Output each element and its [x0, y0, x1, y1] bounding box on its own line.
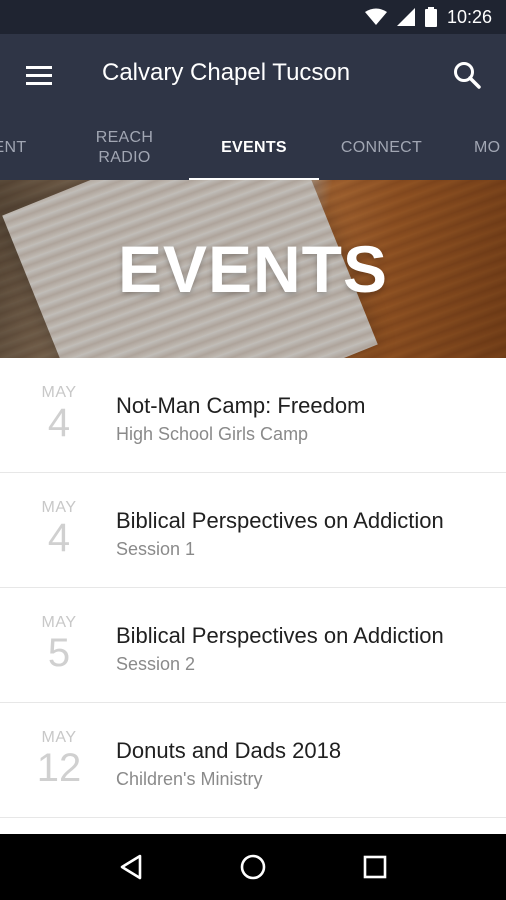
event-subtitle: Session 1 — [116, 539, 196, 559]
event-month: MAY — [41, 384, 77, 401]
hero-banner: EVENTS — [0, 180, 506, 358]
tab-ent[interactable]: ENT — [0, 116, 40, 180]
app-bar: Calvary Chapel Tucson — [0, 34, 506, 116]
recents-icon[interactable] — [355, 847, 395, 887]
event-item[interactable]: MAY 12 Donuts and Dads 2018 Children's M… — [0, 703, 506, 818]
event-item[interactable]: MAY 4 Not-Man Camp: Freedom High School … — [0, 358, 506, 473]
hero-title: EVENTS — [117, 232, 389, 306]
event-subtitle: Children's Ministry — [116, 769, 263, 789]
event-date: MAY 5 — [22, 614, 96, 674]
system-nav-bar — [0, 834, 506, 900]
app-title: Calvary Chapel Tucson — [102, 59, 351, 86]
event-title: Biblical Perspectives on Addiction — [116, 623, 444, 648]
event-date: MAY 4 — [22, 499, 96, 559]
tab-reach-radio[interactable]: REACH RADIO — [72, 116, 177, 180]
wifi-icon — [364, 8, 387, 26]
battery-icon — [424, 7, 437, 27]
tab-events[interactable]: EVENTS — [189, 116, 319, 180]
tab-bar: ENT REACH RADIO EVENTS CONNECT MO — [0, 116, 506, 180]
home-icon[interactable] — [233, 847, 273, 887]
back-icon[interactable] — [111, 847, 151, 887]
tab-connect[interactable]: CONNECT — [325, 116, 438, 180]
event-item[interactable]: MAY 4 Biblical Perspectives on Addiction… — [0, 473, 506, 588]
event-date: MAY 12 — [22, 729, 96, 789]
event-month: MAY — [41, 499, 77, 516]
event-day: 4 — [47, 401, 71, 445]
menu-icon[interactable] — [24, 61, 54, 89]
event-month: MAY — [41, 614, 77, 631]
event-title: Biblical Perspectives on Addiction — [116, 508, 444, 533]
event-month: MAY — [41, 729, 77, 746]
event-date: MAY 4 — [22, 384, 96, 444]
event-item[interactable]: MAY 5 Biblical Perspectives on Addiction… — [0, 588, 506, 703]
event-subtitle: Session 2 — [116, 654, 196, 674]
event-day: 4 — [47, 516, 71, 560]
tab-more[interactable]: MO — [474, 116, 506, 180]
event-subtitle: High School Girls Camp — [116, 424, 309, 444]
event-title: Not-Man Camp: Freedom — [116, 393, 366, 418]
event-list: MAY 4 Not-Man Camp: Freedom High School … — [0, 358, 506, 818]
search-icon[interactable] — [451, 59, 483, 91]
status-bar: 10:26 — [0, 0, 506, 34]
signal-icon — [396, 8, 415, 26]
event-day: 12 — [36, 746, 82, 790]
event-title: Donuts and Dads 2018 — [116, 738, 342, 763]
event-day: 5 — [47, 631, 71, 675]
status-time: 10:26 — [446, 6, 492, 27]
